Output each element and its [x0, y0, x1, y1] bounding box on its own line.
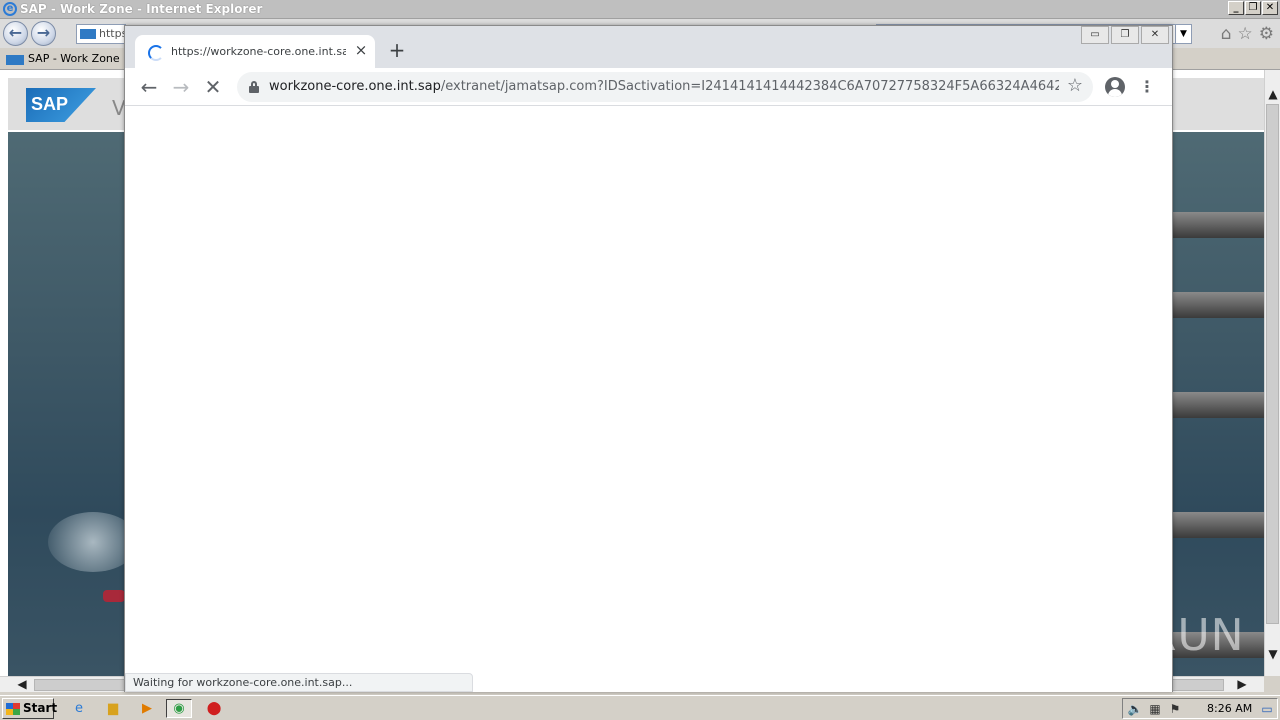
- hero-red-object: [103, 590, 125, 602]
- favorites-icon[interactable]: ☆: [1238, 24, 1253, 44]
- new-tab-icon[interactable]: +: [387, 40, 407, 60]
- ie-close-button[interactable]: ✕: [1262, 1, 1278, 15]
- ie-taskbar-icon[interactable]: e: [66, 699, 92, 718]
- chrome-minimize-button[interactable]: ▭: [1081, 26, 1109, 44]
- chrome-restore-button[interactable]: ❐: [1111, 26, 1139, 44]
- scroll-thumb[interactable]: [1266, 104, 1279, 624]
- chrome-tab-title: https://workzone-core.one.int.sap/e: [171, 45, 346, 58]
- menu-icon[interactable]: ⋮: [1137, 76, 1157, 98]
- lock-icon[interactable]: [249, 81, 259, 93]
- sap-favicon: [6, 55, 24, 65]
- ie-address-text: https: [99, 27, 126, 40]
- anyrun-watermark: ANY RUN: [1038, 610, 1245, 661]
- status-bubble: Waiting for workzone-core.one.int.sap...: [125, 673, 473, 692]
- url-path: /extranet/jamatsap.com?IDSactivation=I24…: [440, 79, 1059, 94]
- scroll-down-icon[interactable]: ▼: [1265, 646, 1280, 662]
- network-icon[interactable]: ▦: [1147, 701, 1163, 717]
- star-icon[interactable]: ☆: [1065, 76, 1085, 96]
- chrome-page-content: Waiting for workzone-core.one.int.sap...: [125, 107, 1172, 692]
- account-icon[interactable]: [1105, 77, 1125, 97]
- ie-tab-label: SAP - Work Zone: [28, 52, 120, 65]
- show-desktop-icon[interactable]: ▭: [1259, 701, 1275, 717]
- media-player-taskbar-icon[interactable]: ▶: [134, 699, 160, 718]
- ie-restore-button[interactable]: ❐: [1245, 1, 1261, 15]
- ie-vertical-scrollbar[interactable]: ▲ ▼: [1264, 70, 1280, 676]
- system-tray: 🔈 ▦ ⚑ 8:26 AM ▭: [1122, 698, 1278, 719]
- volume-icon[interactable]: 🔈: [1127, 701, 1143, 717]
- chevron-down-icon[interactable]: ▼: [1175, 25, 1191, 43]
- scroll-left-icon[interactable]: ◀: [14, 677, 30, 693]
- windows-flag-icon: [6, 703, 20, 715]
- chrome-toolbar: ← → ✕ workzone-core.one.int.sap/extranet…: [125, 68, 1172, 106]
- scroll-up-icon[interactable]: ▲: [1265, 86, 1280, 102]
- flag-icon[interactable]: ⚑: [1167, 701, 1183, 717]
- spinner-icon: [148, 45, 164, 61]
- start-button[interactable]: Start: [2, 698, 58, 719]
- chrome-window-controls: ▭ ❐ ✕: [1079, 26, 1169, 44]
- omnibox-url[interactable]: workzone-core.one.int.sap/extranet/jamat…: [269, 79, 1059, 94]
- back-icon[interactable]: ←: [137, 76, 161, 100]
- ie-back-button[interactable]: ←: [3, 21, 28, 46]
- start-label: Start: [23, 701, 58, 715]
- chrome-tab-active[interactable]: https://workzone-core.one.int.sap/e ×: [135, 35, 375, 68]
- chrome-close-button[interactable]: ✕: [1141, 26, 1169, 44]
- chrome-tabstrip: https://workzone-core.one.int.sap/e × + …: [125, 26, 1172, 68]
- gear-icon[interactable]: ⚙: [1259, 24, 1274, 44]
- ie-address-bar[interactable]: https: [76, 24, 126, 44]
- taskbar: Start e ▆ ▶ ◉ ⬤ 🔈 ▦ ⚑ 8:26 AM ▭: [0, 695, 1280, 720]
- ie-titlebar: e SAP - Work Zone - Internet Explorer _ …: [0, 0, 1280, 19]
- scroll-right-icon[interactable]: ▶: [1234, 677, 1250, 693]
- close-tab-icon[interactable]: ×: [353, 42, 369, 58]
- clock: 8:26 AM: [1207, 702, 1253, 715]
- ie-forward-button[interactable]: →: [31, 21, 56, 46]
- ie-minimize-button[interactable]: _: [1228, 1, 1244, 15]
- stop-loading-icon[interactable]: ✕: [201, 76, 225, 100]
- chrome-taskbar-icon[interactable]: ◉: [166, 699, 192, 718]
- url-host: workzone-core.one.int.sap: [269, 79, 441, 94]
- ie-window-title: SAP - Work Zone - Internet Explorer: [20, 2, 263, 16]
- omnibox[interactable]: workzone-core.one.int.sap/extranet/jamat…: [237, 72, 1093, 102]
- ie-toolbar-icons: ⌂ ☆ ⚙: [1221, 24, 1274, 44]
- sap-logo[interactable]: SAP: [26, 88, 96, 122]
- ie-tab-sap-work-zone[interactable]: SAP - Work Zone: [2, 50, 126, 70]
- chrome-window: https://workzone-core.one.int.sap/e × + …: [124, 25, 1173, 692]
- home-icon[interactable]: ⌂: [1221, 24, 1232, 44]
- antivirus-taskbar-icon[interactable]: ⬤: [201, 699, 227, 718]
- sap-favicon: [80, 29, 96, 39]
- explorer-taskbar-icon[interactable]: ▆: [100, 699, 126, 718]
- ie-logo-icon: e: [3, 2, 17, 16]
- ie-window-controls: _ ❐ ✕: [1228, 1, 1278, 15]
- forward-icon[interactable]: →: [169, 76, 193, 100]
